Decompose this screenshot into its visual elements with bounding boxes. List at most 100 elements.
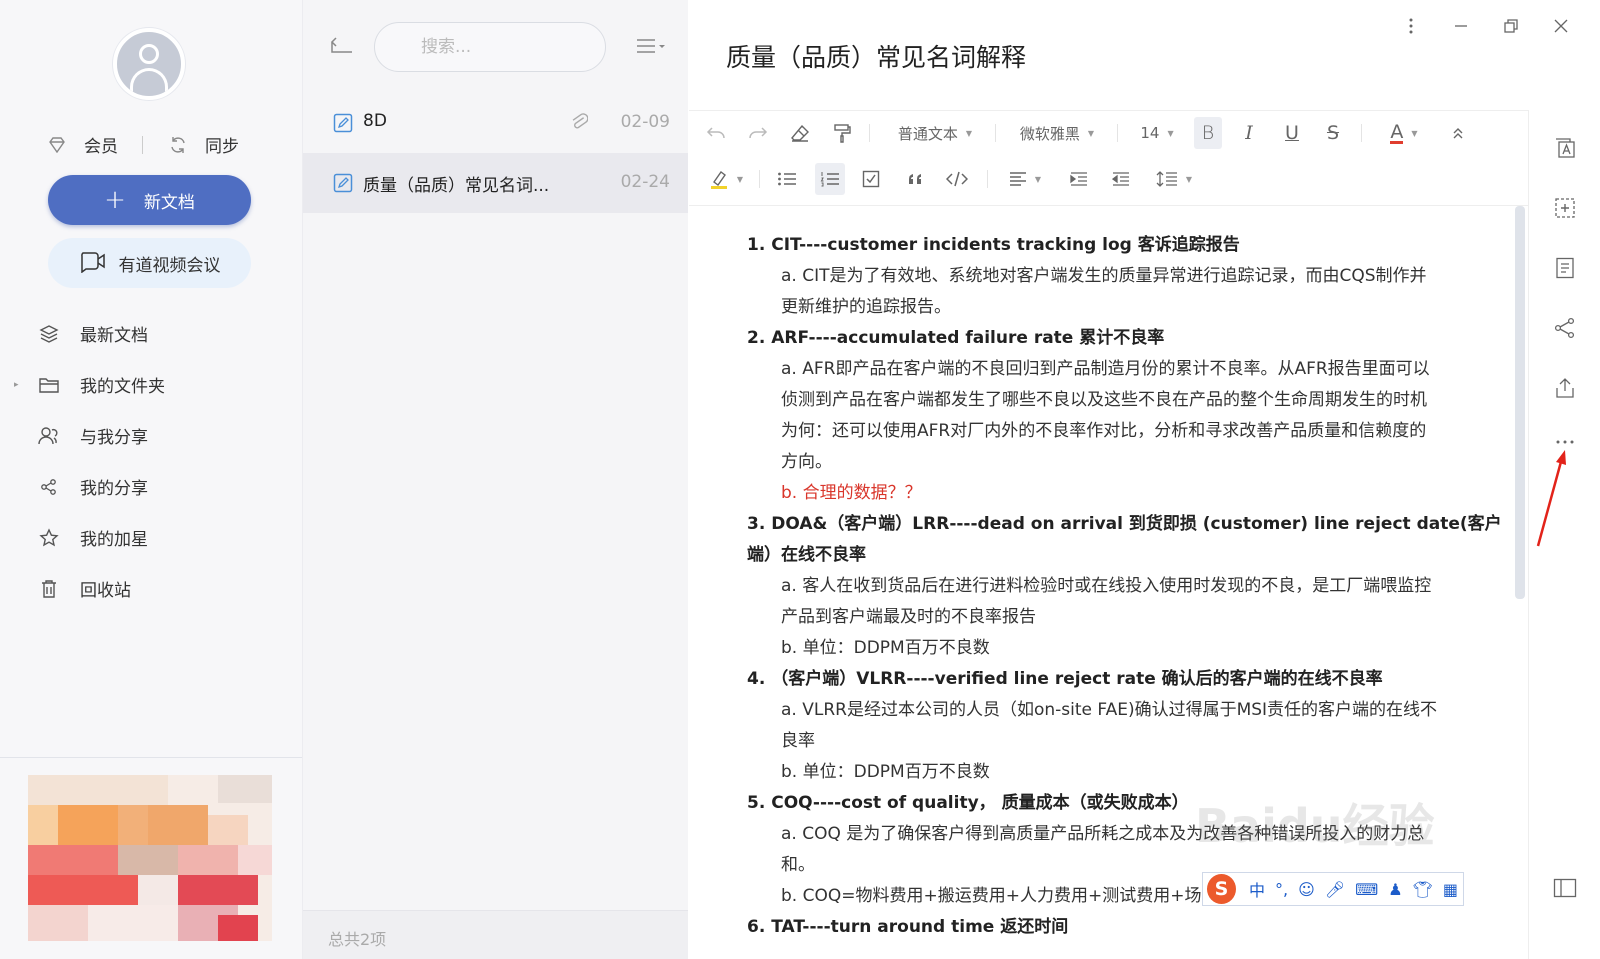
code-icon[interactable] [943, 165, 971, 193]
list-number: 3. [747, 514, 772, 534]
strikethrough-button[interactable]: S [1320, 119, 1346, 147]
insert-icon[interactable] [1553, 196, 1577, 220]
underline-button[interactable]: U [1279, 119, 1305, 147]
indent-decrease-icon[interactable] [1107, 165, 1135, 193]
skin-icon[interactable]: 👕︎ [1413, 880, 1433, 899]
editor-toolbar: 普通文本 ▼ 微软雅黑 ▼ 14 ▼ B I U S A ▼ ▼ ▼ ▼ [689, 110, 1528, 206]
heading-continuation[interactable]: 端）在线不良率 [747, 540, 866, 565]
highlight-color-dropdown[interactable]: ▼ [703, 165, 749, 193]
paragraph-line[interactable]: b. 单位：DDPM百万不良数 [781, 757, 990, 782]
document-title[interactable]: 质量（品质）常见名词解释 [726, 38, 1026, 74]
font-color-label: A [1390, 120, 1404, 144]
font-color-dropdown[interactable]: A ▼ [1379, 119, 1429, 147]
paragraph-line[interactable]: a. CIT是为了有效地、系统地对客户端发生的质量异常进行追踪记录，而由CQS制… [781, 261, 1427, 286]
paragraph-line[interactable]: 为何：还可以使用AFR对厂内外的不良率作对比，分析和寻求改善产品质量和信赖度的 [781, 416, 1426, 441]
sync-icon[interactable] [167, 134, 189, 156]
sidebar-item-my-folders[interactable]: ▸ 我的文件夹 [0, 359, 302, 410]
new-document-button[interactable]: + 新文档 [48, 175, 251, 225]
paragraph-line[interactable]: a. VLRR是经过本公司的人员（如on-site FAE)确认过得属于MSI责… [781, 695, 1437, 720]
line-height-dropdown[interactable]: ▼ [1149, 165, 1199, 193]
emoji-icon[interactable]: ☺ [1298, 880, 1315, 899]
keyboard-icon[interactable]: ⌨ [1355, 880, 1378, 899]
numbered-heading[interactable]: 2. ARF----accumulated failure rate 累计不良率 [747, 323, 1164, 348]
redo-icon[interactable] [745, 119, 771, 147]
numbered-heading[interactable]: 3. DOA&（客户端）LRR----dead on arrival 到货即损 … [747, 509, 1502, 534]
plus-icon: + [104, 185, 126, 215]
undo-icon[interactable] [703, 119, 729, 147]
bullet-list-icon[interactable] [773, 165, 801, 193]
paragraph-line[interactable]: 更新维护的追踪报告。 [781, 292, 951, 317]
sidebar-item-my-shares[interactable]: 我的分享 [0, 461, 302, 512]
sidebar-item-label: 最新文档 [80, 326, 148, 346]
quote-icon[interactable] [901, 165, 929, 193]
chevron-right-icon[interactable]: ▸ [14, 380, 19, 390]
sidebar-item-starred[interactable]: 我的加星 [0, 512, 302, 563]
numbered-heading[interactable]: 4. （客户端）VLRR----verified line reject rat… [747, 664, 1383, 689]
user-icon[interactable]: ♟ [1388, 880, 1402, 899]
font-family-value: 微软雅黑 [1019, 124, 1080, 143]
vertical-scrollbar[interactable] [1515, 206, 1525, 599]
numbered-heading[interactable]: 5. COQ----cost of quality， 质量成本（或失败成本） [747, 788, 1189, 813]
grid-menu-icon[interactable]: ▦ [1443, 880, 1458, 899]
ime-toolbar[interactable]: S 中 °, ☺ 🎤︎ ⌨ ♟ 👕︎ ▦ [1202, 872, 1464, 906]
search-input[interactable] [374, 22, 606, 72]
eraser-icon[interactable] [787, 119, 813, 147]
text-style-dropdown[interactable]: 普通文本 ▼ [885, 119, 985, 147]
divider [0, 757, 302, 758]
italic-button[interactable]: I [1236, 119, 1262, 147]
list-number: 5. [747, 793, 772, 813]
bold-button[interactable]: B [1194, 117, 1222, 149]
list-item-selected[interactable]: 质量（品质）常见名词... 02-24 [303, 153, 688, 213]
paragraph-line[interactable]: a. 客人在收到货品后在进行进料检验时或在线投入使用时发现的不良，是工厂端喂监控 [781, 571, 1431, 596]
format-painter-icon[interactable] [829, 119, 855, 147]
annotation-arrow [1536, 450, 1566, 547]
ime-mode[interactable]: 中 [1249, 877, 1265, 901]
ime-logo[interactable]: S [1207, 874, 1237, 904]
restore-icon[interactable] [1499, 14, 1523, 38]
numbered-heading[interactable]: 1. CIT----customer incidents tracking lo… [747, 230, 1240, 255]
sidebar-item-trash[interactable]: 回收站 [0, 563, 302, 614]
paragraph-line[interactable]: 产品到客户端最及时的不良率报告 [781, 602, 1036, 627]
export-icon[interactable] [1553, 376, 1577, 400]
member-label[interactable]: 会员 [84, 132, 118, 157]
document-edit-icon [333, 173, 353, 193]
numbered-list-icon[interactable] [815, 163, 845, 195]
promo-banner-image[interactable] [28, 775, 272, 941]
paragraph-line[interactable]: 侦测到产品在客户端都发生了哪些不良以及这些不良在产品的整个生命周期发生的时机 [781, 385, 1427, 410]
sidebar-item-recent[interactable]: 最新文档 [0, 308, 302, 359]
minimize-icon[interactable] [1449, 14, 1473, 38]
italic-label: I [1245, 122, 1253, 144]
template-icon[interactable] [1553, 136, 1577, 160]
list-item[interactable]: 8D 02-09 [303, 93, 688, 153]
more-vertical-icon[interactable] [1399, 14, 1423, 38]
document-body[interactable]: 1. CIT----customer incidents tracking lo… [689, 206, 1511, 959]
video-meeting-button[interactable]: 有道视频会议 [48, 238, 251, 288]
align-dropdown[interactable]: ▼ [1001, 165, 1049, 193]
paragraph-line[interactable]: 和。 [781, 850, 815, 875]
sidebar-item-shared-with-me[interactable]: 与我分享 [0, 410, 302, 461]
paragraph-line[interactable]: 方向。 [781, 447, 832, 472]
indent-increase-icon[interactable] [1065, 165, 1093, 193]
paragraph-line[interactable]: a. COQ 是为了确保客户得到高质量产品所耗之成本及为改善各种错误所投入的财力… [781, 819, 1424, 844]
paragraph-line[interactable]: a. AFR即产品在客户端的不良回归到产品制造月份的累计不良率。从AFR报告里面… [781, 354, 1430, 379]
share-icon[interactable] [1553, 316, 1577, 340]
avatar[interactable] [113, 28, 185, 100]
microphone-icon[interactable]: 🎤︎ [1325, 880, 1345, 899]
font-family-dropdown[interactable]: 微软雅黑 ▼ [1007, 119, 1107, 147]
sort-menu-icon[interactable] [635, 36, 669, 58]
font-size-dropdown[interactable]: 14 ▼ [1129, 119, 1185, 147]
list-number: 1. [747, 235, 772, 255]
checklist-icon[interactable] [857, 165, 885, 193]
close-icon[interactable] [1549, 14, 1573, 38]
highlighted-paragraph[interactable]: b. 合理的数据？？ [781, 478, 922, 503]
collapse-toolbar-icon[interactable] [1445, 119, 1471, 147]
numbered-heading[interactable]: 6. TAT----turn around time 返还时间 [747, 912, 1068, 937]
toggle-panel-icon[interactable] [1553, 876, 1577, 900]
paragraph-line[interactable]: 良率 [781, 726, 815, 751]
back-up-icon[interactable] [330, 34, 356, 58]
paragraph-line[interactable]: b. 单位：DDPM百万不良数 [781, 633, 990, 658]
sync-label[interactable]: 同步 [205, 132, 239, 157]
diamond-icon[interactable] [46, 134, 68, 156]
punctuation-icon[interactable]: °, [1275, 880, 1288, 899]
outline-icon[interactable] [1553, 256, 1577, 280]
